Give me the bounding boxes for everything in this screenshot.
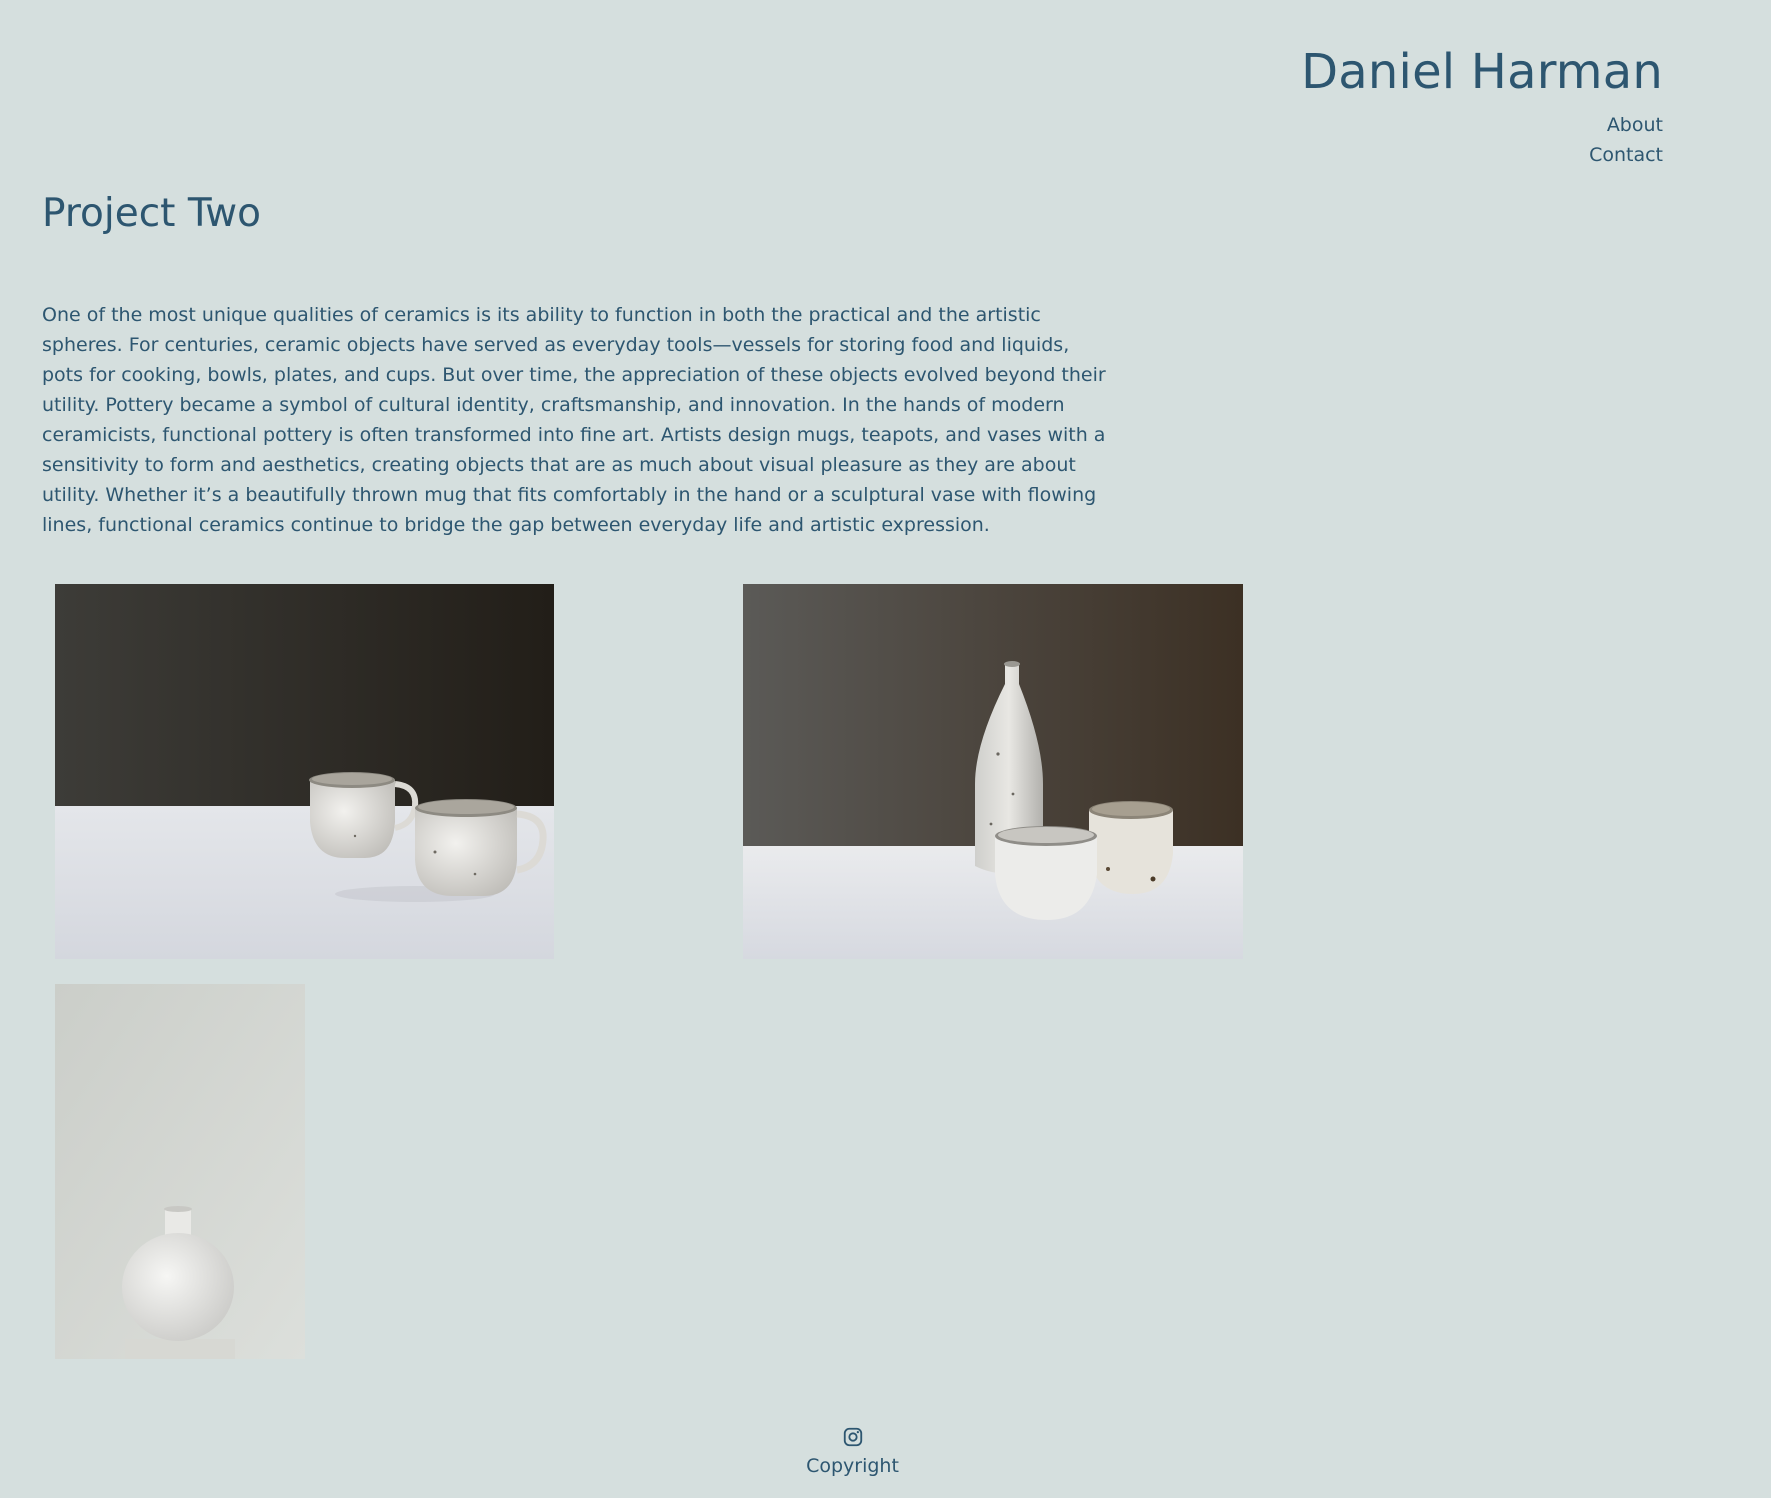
gallery-image-mugs[interactable] (55, 584, 554, 959)
site-title[interactable]: Daniel Harman (1301, 36, 1663, 108)
nav-link-about[interactable]: About (1589, 110, 1663, 140)
nav-link-contact[interactable]: Contact (1589, 140, 1663, 170)
copyright-text: Copyright (806, 1455, 899, 1477)
footer: Copyright (0, 1426, 1705, 1480)
page-title: Project Two (42, 191, 261, 236)
project-description: One of the most unique qualities of cera… (42, 304, 1106, 536)
main-nav: About Contact (1589, 110, 1663, 170)
instagram-icon[interactable] (842, 1426, 864, 1448)
gallery-image-bottle-and-cups[interactable] (743, 584, 1243, 959)
gallery-image-moon-flask[interactable] (55, 984, 305, 1359)
